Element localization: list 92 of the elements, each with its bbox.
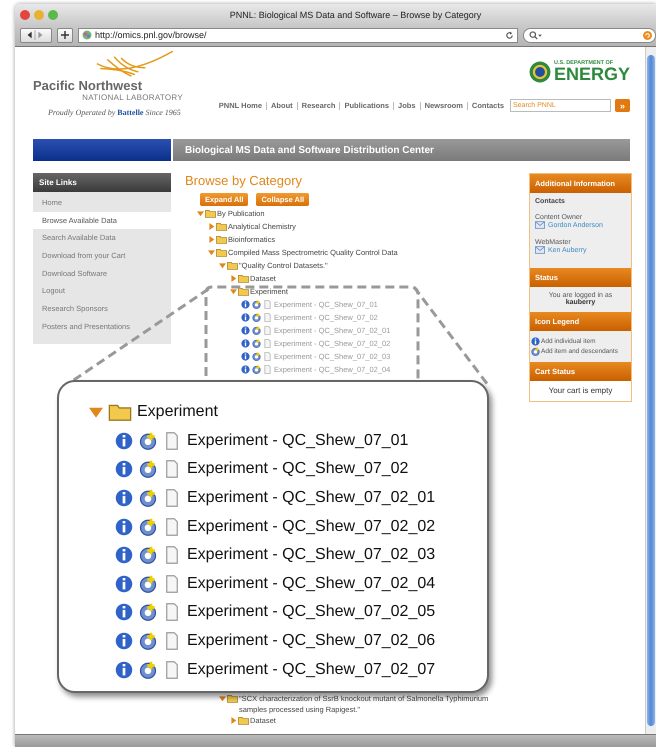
tree-item-label[interactable]: Experiment - QC_Shew_07_01 xyxy=(187,432,408,450)
add-gear-icon[interactable] xyxy=(252,326,261,335)
info-icon[interactable] xyxy=(241,339,250,348)
info-icon[interactable] xyxy=(115,632,133,650)
tree-item-label[interactable]: Experiment - QC_Shew_07_02_04 xyxy=(187,574,436,593)
tree-item-label[interactable]: Experiment - QC_Shew_07_02_02 xyxy=(187,518,436,536)
expanded-triangle-icon[interactable] xyxy=(219,695,226,702)
tagline: Proudly Operated by Battelle Since 1965 xyxy=(48,108,182,117)
page-heading: Browse by Category xyxy=(185,173,304,188)
document-icon xyxy=(163,546,181,564)
document-icon xyxy=(163,603,181,622)
tree-item-label[interactable]: Experiment - QC_Shew_07_02_07 xyxy=(187,660,436,679)
add-gear-icon[interactable] xyxy=(139,660,157,679)
folder-icon xyxy=(216,235,227,244)
folder-icon xyxy=(227,261,238,270)
department-seal-icon xyxy=(528,60,551,82)
add-gear-icon[interactable] xyxy=(252,300,261,309)
folder-icon xyxy=(238,716,249,725)
folder-icon xyxy=(108,403,132,422)
collapsed-triangle-icon[interactable] xyxy=(230,275,237,282)
info-icon[interactable] xyxy=(115,460,133,478)
document-icon xyxy=(163,432,181,450)
document-icon xyxy=(163,460,181,478)
department-name: ENERGY xyxy=(554,66,630,83)
tree-item-label[interactable]: Experiment - QC_Shew_07_02 xyxy=(187,460,408,478)
expanded-triangle-icon[interactable] xyxy=(197,210,204,217)
tree-item-label[interactable]: Experiment - QC_Shew_07_02_06 xyxy=(187,632,436,650)
info-icon[interactable] xyxy=(241,313,250,322)
collapsed-triangle-icon[interactable] xyxy=(208,223,215,230)
info-icon[interactable] xyxy=(241,326,250,335)
add-gear-icon[interactable] xyxy=(252,352,261,361)
lab-name: Pacific Northwest xyxy=(33,79,144,93)
add-gear-icon[interactable] xyxy=(139,518,157,536)
add-bookmark-button[interactable] xyxy=(57,28,73,42)
add-gear-icon[interactable] xyxy=(252,365,261,374)
plus-icon xyxy=(61,31,69,39)
folder-icon xyxy=(205,209,216,218)
add-gear-icon[interactable] xyxy=(139,632,157,650)
info-icon[interactable] xyxy=(241,365,250,374)
info-icon[interactable] xyxy=(115,660,133,679)
add-gear-icon[interactable] xyxy=(252,313,261,322)
add-gear-icon[interactable] xyxy=(139,574,157,593)
add-gear-icon[interactable] xyxy=(252,339,261,348)
browser-search-field[interactable] xyxy=(523,28,656,42)
expanded-triangle-icon[interactable] xyxy=(230,288,237,295)
add-gear-icon[interactable] xyxy=(139,460,157,478)
add-gear-icon[interactable] xyxy=(139,603,157,622)
expanded-triangle-icon[interactable] xyxy=(89,405,103,420)
mail-icon xyxy=(535,221,545,229)
tree-item-label[interactable]: Experiment - QC_Shew_07_02_05 xyxy=(187,603,436,622)
info-icon[interactable] xyxy=(115,518,133,536)
info-icon[interactable] xyxy=(115,546,133,564)
mail-icon xyxy=(535,246,545,254)
address-field[interactable]: http://omics.pnl.gov/browse/ xyxy=(78,28,518,42)
collapsed-triangle-icon[interactable] xyxy=(230,717,237,724)
folder-icon xyxy=(216,248,227,257)
tree-item-label[interactable]: Experiment - QC_Shew_07_02_01 xyxy=(187,489,436,508)
folder-icon xyxy=(238,274,249,283)
folder-icon xyxy=(216,222,227,231)
expanded-triangle-icon[interactable] xyxy=(219,262,226,269)
add-gear-icon[interactable] xyxy=(139,546,157,564)
add-gear-icon[interactable] xyxy=(139,489,157,508)
document-icon xyxy=(163,518,181,536)
info-icon[interactable] xyxy=(115,489,133,508)
site-icon xyxy=(82,30,92,40)
document-icon xyxy=(163,660,181,679)
tree-folder-label[interactable]: Experiment xyxy=(137,403,218,422)
folder-icon xyxy=(238,287,249,296)
info-icon[interactable] xyxy=(115,603,133,622)
info-icon[interactable] xyxy=(241,352,250,361)
cart-status-text: Your cart is empty xyxy=(548,386,614,395)
info-icon[interactable] xyxy=(531,337,540,346)
add-gear-icon[interactable] xyxy=(139,432,157,450)
document-icon xyxy=(163,574,181,593)
info-icon[interactable] xyxy=(115,432,133,450)
panel-header: Site Links xyxy=(33,173,171,192)
back-forward-buttons[interactable] xyxy=(20,28,52,42)
banner-title: Biological MS Data and Software Distribution Center xyxy=(173,139,630,161)
document-icon xyxy=(163,489,181,508)
reload-icon[interactable] xyxy=(505,30,514,40)
collapsed-triangle-icon[interactable] xyxy=(208,236,215,243)
info-icon[interactable] xyxy=(241,300,250,309)
window-title: PNNL: Biological MS Data and Software – Browse by Category xyxy=(228,10,482,20)
info-icon[interactable] xyxy=(115,574,133,593)
tree-item-label[interactable]: Experiment - QC_Shew_07_02_03 xyxy=(187,546,436,564)
document-icon xyxy=(163,632,181,650)
lab-subtitle: NATIONAL LABORATORY xyxy=(82,93,183,102)
search-icon xyxy=(529,30,542,40)
search-submit-button[interactable]: » xyxy=(615,99,630,112)
add-gear-icon[interactable] xyxy=(531,347,540,356)
close-button[interactable] xyxy=(20,10,30,20)
expanded-triangle-icon[interactable] xyxy=(208,249,215,256)
